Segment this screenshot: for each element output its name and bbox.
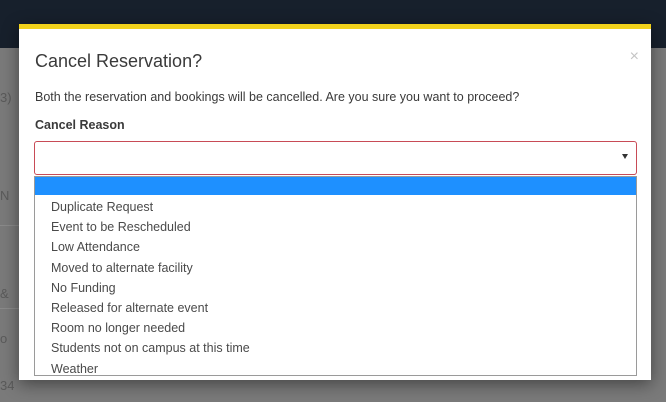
dropdown-option-released-event[interactable]: Released for alternate event — [35, 298, 636, 318]
cancel-reason-select[interactable] — [34, 141, 637, 175]
dropdown-option-low-attendance[interactable]: Low Attendance — [35, 237, 636, 257]
dropdown-option-students-not-on-campus[interactable]: Students not on campus at this time — [35, 338, 636, 358]
dropdown-option-weather[interactable]: Weather — [35, 359, 636, 379]
background-text-fragment: 34 — [0, 378, 14, 393]
dropdown-option-room-not-needed[interactable]: Room no longer needed — [35, 318, 636, 338]
cancel-reservation-dialog: Cancel Reservation? × Both the reservati… — [19, 24, 651, 380]
dropdown-option-moved-facility[interactable]: Moved to alternate facility — [35, 258, 636, 278]
background-text-fragment: 3) — [0, 90, 12, 105]
dropdown-option-duplicate-request[interactable]: Duplicate Request — [35, 197, 636, 217]
background-text-fragment: o — [0, 331, 8, 346]
cancel-reason-dropdown[interactable]: Duplicate Request Event to be Reschedule… — [34, 176, 637, 376]
dialog-title: Cancel Reservation? — [35, 51, 203, 71]
dropdown-option-blank-highlighted[interactable] — [35, 177, 636, 195]
dropdown-option-no-funding[interactable]: No Funding — [35, 278, 636, 298]
dropdown-option-event-rescheduled[interactable]: Event to be Rescheduled — [35, 217, 636, 237]
dropdown-options-list: Duplicate Request Event to be Reschedule… — [35, 197, 636, 379]
cancel-reason-label: Cancel Reason — [35, 118, 125, 132]
background-text-fragment: & — [0, 286, 9, 301]
background-divider — [0, 225, 20, 226]
dialog-message: Both the reservation and bookings will b… — [35, 90, 520, 104]
background-divider — [0, 308, 20, 309]
close-icon[interactable]: × — [630, 49, 639, 65]
chevron-down-icon — [622, 154, 628, 159]
background-text-fragment: N — [0, 188, 10, 203]
